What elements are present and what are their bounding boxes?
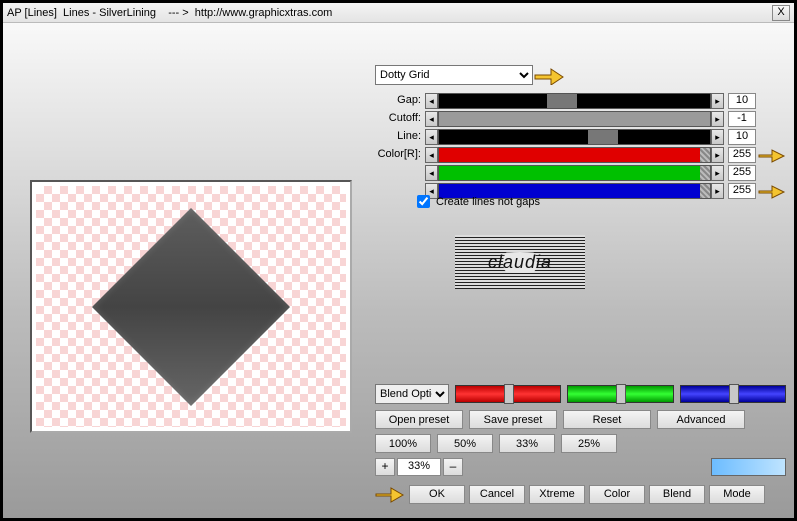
zoom-value[interactable]: 33% — [397, 458, 441, 476]
cancel-button[interactable]: Cancel — [469, 485, 525, 504]
pointer-icon — [758, 147, 786, 163]
r-track[interactable] — [438, 147, 711, 163]
zoom-100-button[interactable]: 100% — [375, 434, 431, 453]
pointer-icon — [375, 484, 405, 504]
create-lines-label: Create lines not gaps — [436, 196, 540, 208]
reset-button[interactable]: Reset — [563, 410, 651, 429]
line-inc[interactable]: ▸ — [711, 129, 724, 145]
preview-canvas — [36, 186, 346, 427]
zoom-out-button[interactable]: – — [443, 458, 463, 476]
cutoff-dec[interactable]: ◂ — [425, 111, 438, 127]
ok-button[interactable]: OK — [409, 485, 465, 504]
r-dec[interactable]: ◂ — [425, 147, 438, 163]
pointer-icon — [533, 65, 567, 85]
zoom-in-button[interactable]: + — [375, 458, 395, 476]
preview-frame — [30, 180, 352, 433]
blend-button[interactable]: Blend — [649, 485, 705, 504]
row-cutoff: Cutoff: ◂ ▸ -1 — [375, 111, 786, 127]
row-line: Line: ◂ ▸ 10 — [375, 129, 786, 145]
gap-value[interactable]: 10 — [728, 93, 756, 109]
controls-panel: Dotty Grid Gap: ◂ ▸ 10 — [375, 35, 786, 512]
line-track[interactable] — [438, 129, 711, 145]
client-area: Dotty Grid Gap: ◂ ▸ 10 — [5, 25, 792, 516]
blend-b-slider[interactable] — [680, 385, 786, 403]
save-preset-button[interactable]: Save preset — [469, 410, 557, 429]
line-dec[interactable]: ◂ — [425, 129, 438, 145]
zoom-33-button[interactable]: 33% — [499, 434, 555, 453]
open-preset-button[interactable]: Open preset — [375, 410, 463, 429]
vendor-logo: claudia — [455, 235, 585, 289]
gap-track[interactable] — [438, 93, 711, 109]
bottom-controls: Blend Optio Open preset Save preset Rese… — [375, 384, 786, 504]
cutoff-value[interactable]: -1 — [728, 111, 756, 127]
blend-option-dropdown[interactable]: Blend Optio — [375, 384, 449, 404]
mode-button[interactable]: Mode — [709, 485, 765, 504]
b-inc[interactable]: ▸ — [711, 183, 724, 199]
r-value[interactable]: 255 — [728, 147, 756, 163]
g-value[interactable]: 255 — [728, 165, 756, 181]
blend-r-slider[interactable] — [455, 385, 561, 403]
color-button[interactable]: Color — [589, 485, 645, 504]
g-dec[interactable]: ◂ — [425, 165, 438, 181]
blend-g-slider[interactable] — [567, 385, 673, 403]
row-gap: Gap: ◂ ▸ 10 — [375, 93, 786, 109]
gap-inc[interactable]: ▸ — [711, 93, 724, 109]
g-inc[interactable]: ▸ — [711, 165, 724, 181]
r-inc[interactable]: ▸ — [711, 147, 724, 163]
color-swatch[interactable] — [711, 458, 786, 476]
row-color-g: ◂ ▸ 255 — [375, 165, 786, 181]
titlebar: AP [Lines] Lines - SilverLining --- > ht… — [3, 3, 794, 23]
preset-dropdown[interactable]: Dotty Grid — [375, 65, 533, 85]
row-color-r: Color[R]: ◂ ▸ 255 — [375, 147, 786, 163]
cutoff-track[interactable] — [438, 111, 711, 127]
close-button[interactable]: X — [772, 5, 790, 21]
advanced-button[interactable]: Advanced — [657, 410, 745, 429]
window-title: AP [Lines] Lines - SilverLining --- > ht… — [7, 7, 772, 19]
plugin-window: AP [Lines] Lines - SilverLining --- > ht… — [0, 0, 797, 521]
g-track[interactable] — [438, 165, 711, 181]
preview-shape — [92, 208, 290, 406]
gap-dec[interactable]: ◂ — [425, 93, 438, 109]
slider-block: Gap: ◂ ▸ 10 Cutoff: ◂ ▸ — [375, 93, 786, 201]
zoom-25-button[interactable]: 25% — [561, 434, 617, 453]
create-lines-checkbox[interactable] — [417, 195, 430, 208]
b-value[interactable]: 255 — [728, 183, 756, 199]
cutoff-inc[interactable]: ▸ — [711, 111, 724, 127]
zoom-50-button[interactable]: 50% — [437, 434, 493, 453]
pointer-icon — [758, 183, 786, 199]
xtreme-button[interactable]: Xtreme — [529, 485, 585, 504]
line-value[interactable]: 10 — [728, 129, 756, 145]
